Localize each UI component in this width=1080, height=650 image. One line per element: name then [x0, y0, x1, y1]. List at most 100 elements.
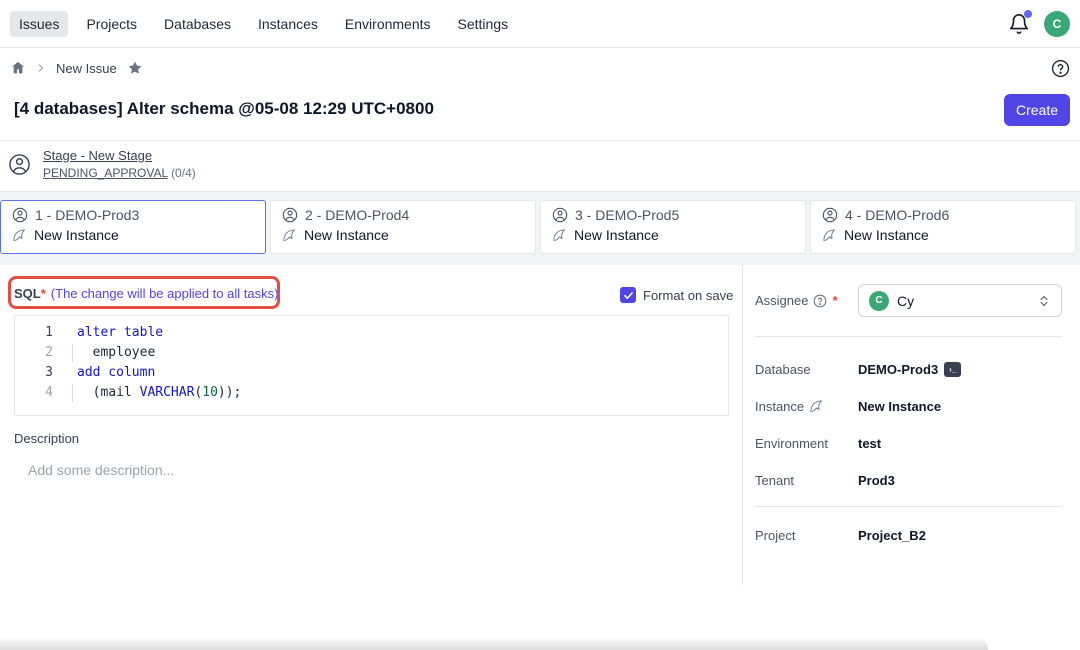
create-button[interactable]: Create — [1004, 94, 1070, 126]
sidebar-label-environment: Environment — [755, 436, 858, 451]
project-row: Project Project_B2 — [755, 524, 1062, 546]
task-instance-label: New Instance — [574, 227, 659, 243]
task-card-1[interactable]: 1 - DEMO-Prod3 New Instance — [0, 200, 266, 254]
nav-item-settings[interactable]: Settings — [449, 11, 518, 37]
sidebar-value-instance: New Instance — [858, 399, 941, 414]
sql-editor-icon[interactable]: ›_ — [944, 362, 961, 377]
breadcrumb-current[interactable]: New Issue — [56, 61, 117, 76]
task-cards-row: 1 - DEMO-Prod3New Instance2 - DEMO-Prod4… — [0, 192, 1080, 265]
nav-items: Issues Projects Databases Instances Environm… — [10, 11, 526, 37]
nav-item-projects[interactable]: Projects — [77, 11, 146, 37]
task-card-instance: New Instance — [552, 227, 794, 243]
notifications-button[interactable] — [1008, 13, 1030, 35]
sidebar-value-tenant: Prod3 — [858, 473, 895, 488]
required-asterisk: * — [41, 286, 46, 301]
user-circle-icon — [12, 207, 28, 223]
db-engine-icon — [809, 399, 824, 414]
bottom-window-shadow — [0, 637, 988, 650]
task-card-instance: New Instance — [12, 227, 254, 243]
task-label: 2 - DEMO-Prod4 — [305, 207, 409, 223]
user-circle-icon — [8, 153, 31, 176]
divider — [755, 506, 1062, 507]
chevron-right-icon — [35, 62, 47, 74]
sql-label: SQL — [14, 286, 41, 301]
sidebar-label-database: Database — [755, 362, 858, 377]
db-engine-icon — [282, 228, 297, 243]
db-engine-icon — [822, 228, 837, 243]
assignee-value: Cy — [897, 293, 1029, 309]
nav-item-instances[interactable]: Instances — [249, 11, 327, 37]
indent-guide — [72, 384, 73, 402]
line-number: 3 — [15, 363, 61, 383]
assignee-select[interactable]: C Cy — [858, 284, 1062, 317]
stage-count: (0/4) — [171, 166, 196, 180]
task-instance-label: New Instance — [304, 227, 389, 243]
code-text: add column — [61, 363, 155, 383]
sidebar-row-instance: InstanceNew Instance — [755, 395, 1062, 417]
sidebar-value-environment: test — [858, 436, 881, 451]
assignee-label: Assignee — [755, 293, 808, 308]
sidebar-label-instance: Instance — [755, 399, 858, 414]
task-instance-label: New Instance — [34, 227, 119, 243]
sidebar-divider — [742, 265, 743, 585]
assignee-label-row: Assignee * — [755, 293, 838, 308]
sql-editor[interactable]: 1alter table2 employee3add column4 (mail… — [14, 315, 729, 416]
new-issue-page: Issues Projects Databases Instances Environm… — [0, 0, 1080, 650]
sidebar-value-database: DEMO-Prod3›_ — [858, 362, 961, 377]
task-card-header: 4 - DEMO-Prod6 — [822, 207, 1064, 223]
description-label: Description — [14, 431, 79, 446]
question-circle-icon[interactable] — [813, 294, 827, 308]
task-label: 1 - DEMO-Prod3 — [35, 207, 139, 223]
user-circle-icon — [822, 207, 838, 223]
divider — [755, 336, 1062, 337]
description-input[interactable]: Add some description... — [28, 462, 174, 478]
notification-dot — [1024, 10, 1032, 18]
line-number: 2 — [15, 343, 61, 363]
stage-status-link[interactable]: PENDING_APPROVAL — [43, 166, 168, 180]
line-number: 1 — [15, 323, 61, 343]
task-card-header: 3 - DEMO-Prod5 — [552, 207, 794, 223]
format-on-save-row: Format on save — [620, 287, 733, 303]
task-card-2[interactable]: 2 - DEMO-Prod4 New Instance — [270, 200, 536, 254]
editor-line: 2 employee — [15, 343, 728, 363]
stage-status-row: PENDING_APPROVAL (0/4) — [43, 166, 196, 180]
user-avatar[interactable]: C — [1044, 11, 1070, 37]
editor-line: 3add column — [15, 363, 728, 383]
sidebar-row-environment: Environmenttest — [755, 432, 1062, 454]
chevron-updown-icon — [1037, 294, 1051, 308]
sidebar-label-tenant: Tenant — [755, 473, 858, 488]
home-icon[interactable] — [10, 60, 26, 76]
user-circle-icon — [282, 207, 298, 223]
code-text: (mail VARCHAR(10)); — [61, 383, 241, 403]
task-card-3[interactable]: 3 - DEMO-Prod5 New Instance — [540, 200, 806, 254]
code-text: employee — [61, 343, 155, 363]
format-on-save-checkbox[interactable] — [620, 287, 636, 303]
sql-label-row: SQL* (The change will be applied to all … — [14, 286, 278, 301]
top-nav-right: C — [1008, 11, 1070, 37]
top-nav: Issues Projects Databases Instances Environm… — [0, 0, 1080, 48]
code-text: alter table — [61, 323, 163, 343]
sidebar-row-database: DatabaseDEMO-Prod3›_ — [755, 358, 1062, 380]
help-button[interactable] — [1051, 59, 1070, 78]
nav-item-databases[interactable]: Databases — [155, 11, 240, 37]
db-engine-icon — [12, 228, 27, 243]
editor-line: 4 (mail VARCHAR(10)); — [15, 383, 728, 403]
line-number: 4 — [15, 383, 61, 403]
sql-hint: (The change will be applied to all tasks… — [51, 286, 279, 301]
assignee-avatar: C — [869, 291, 889, 311]
nav-item-issues[interactable]: Issues — [10, 11, 68, 37]
sidebar-row-tenant: TenantProd3 — [755, 469, 1062, 491]
task-card-4[interactable]: 4 - DEMO-Prod6 New Instance — [810, 200, 1076, 254]
task-label: 4 - DEMO-Prod6 — [845, 207, 949, 223]
task-card-instance: New Instance — [822, 227, 1064, 243]
task-card-header: 1 - DEMO-Prod3 — [12, 207, 254, 223]
project-value: Project_B2 — [858, 528, 926, 543]
star-icon[interactable] — [127, 60, 143, 76]
stage-link[interactable]: Stage - New Stage — [43, 148, 196, 163]
divider — [0, 140, 1080, 141]
breadcrumb: New Issue — [0, 48, 1080, 88]
nav-item-environments[interactable]: Environments — [336, 11, 440, 37]
user-circle-icon — [552, 207, 568, 223]
indent-guide — [72, 344, 73, 362]
format-on-save-label: Format on save — [643, 288, 733, 303]
